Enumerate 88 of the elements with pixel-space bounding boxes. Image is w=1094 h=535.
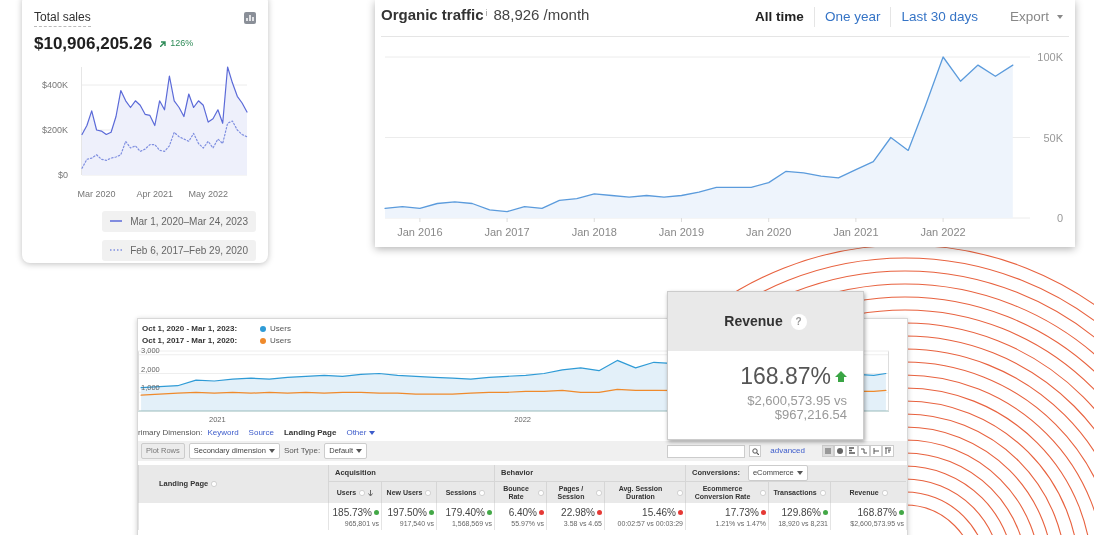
caret-icon: [1057, 15, 1063, 20]
export-button[interactable]: Export: [1003, 6, 1069, 29]
help-icon: [479, 489, 486, 496]
branch-icon: [872, 447, 880, 455]
axis-label: Mar 2020: [77, 188, 116, 199]
line-style-icon: [110, 219, 123, 223]
axis-label: 50K: [1043, 131, 1063, 144]
axis-label: Jan 2016: [397, 226, 443, 238]
total-value: $10,906,205.26: [34, 33, 153, 55]
search-button[interactable]: [749, 445, 762, 457]
trend-arrow-icon: [160, 40, 167, 47]
metric-value: 179.40%: [445, 506, 485, 520]
view-button[interactable]: [858, 445, 870, 457]
metric-value: 15.46%: [642, 506, 676, 520]
table-icon: [824, 447, 832, 455]
help-icon: [760, 489, 766, 496]
search-field[interactable]: [667, 444, 746, 458]
traffic-value: 88,926 /month: [493, 5, 590, 25]
view-button[interactable]: [882, 445, 894, 457]
help-icon: [881, 489, 888, 496]
axis-label: Jan 2021: [833, 226, 879, 238]
sort-arrow-icon: [368, 489, 374, 496]
legend-label: Feb 6, 2017–Feb 29, 2020: [130, 243, 248, 258]
caret-icon: [796, 471, 803, 475]
caret-icon: [268, 449, 275, 453]
axis-label: Jan 2020: [746, 226, 792, 238]
help-icon: [596, 489, 602, 496]
view-button[interactable]: [846, 445, 858, 457]
caret-icon: [369, 431, 376, 435]
change-value: 126%: [170, 37, 194, 50]
metric-value: 129.86%: [781, 506, 821, 520]
range-tab[interactable]: One year: [813, 7, 891, 28]
metric-value: 22.98%: [561, 506, 595, 520]
help-icon: [819, 489, 826, 496]
metric-value: 197.50%: [387, 506, 427, 520]
view-button[interactable]: [870, 445, 882, 457]
axis-label: 100K: [1037, 51, 1063, 63]
metric-value: 168.87%: [857, 506, 897, 520]
card-title: Total sales: [34, 8, 91, 27]
help-icon: [677, 489, 683, 496]
card-title: Organic traffic: [381, 5, 484, 25]
dimension-link[interactable]: Landing Page: [278, 427, 342, 439]
help-icon: [425, 489, 432, 496]
legend-label: Users: [270, 335, 291, 347]
line-style-icon: [110, 248, 123, 252]
revenue-value: 168.87%: [740, 362, 831, 391]
help-icon: [359, 489, 366, 496]
advanced-link[interactable]: advanced: [765, 445, 810, 457]
view-button[interactable]: [834, 445, 846, 457]
legend-range: Oct 1, 2017 - Mar 1, 2020:: [142, 335, 239, 347]
axis-label: Jan 2017: [484, 226, 530, 238]
step-line-icon: [860, 447, 868, 455]
dimension-link[interactable]: Other: [341, 427, 381, 439]
legend-dot: [260, 338, 266, 344]
range-tab[interactable]: Last 30 days: [890, 7, 988, 28]
bar-chart-icon: [848, 447, 856, 455]
axis-label: Jan 2022: [920, 226, 966, 238]
dimension-link[interactable]: Keyword: [202, 427, 244, 439]
metric-value: 185.73%: [332, 506, 372, 520]
axis-label: May 2022: [188, 188, 228, 199]
legend-label: Users: [270, 323, 291, 335]
info-icon: i: [485, 4, 488, 21]
pie-icon: [836, 447, 844, 455]
axis-label: Jan 2019: [658, 226, 705, 238]
axis-label: $0: [58, 169, 68, 180]
axis-label: 0: [1056, 212, 1063, 224]
popup-title: Revenue: [724, 312, 783, 331]
axis-label: $400K: [41, 79, 68, 90]
legend-range: Oct 1, 2020 - Mar 1, 2023:: [142, 323, 239, 335]
range-tab[interactable]: All time: [745, 7, 814, 28]
comparison-text: $2,600,573.95 vs $967,216.54: [746, 393, 847, 424]
axis-label: Apr 2021: [136, 188, 174, 199]
chart-icon: [244, 11, 256, 24]
axis-label: Jan 2018: [571, 226, 617, 238]
help-icon: [538, 489, 544, 496]
grid-lines-icon: [884, 447, 892, 455]
sort-label: Sort Type:: [283, 445, 321, 457]
help-icon: [211, 481, 218, 487]
caret-icon: [356, 449, 362, 453]
legend-dot: [260, 326, 266, 332]
metric-value: 17.73%: [725, 506, 759, 520]
dimension-link[interactable]: Source: [243, 427, 279, 439]
axis-label: $200K: [41, 124, 68, 135]
legend-label: Mar 1, 2020–Mar 24, 2023: [130, 214, 248, 229]
metric-value: 6.40%: [508, 506, 537, 520]
help-icon: ?: [790, 313, 807, 330]
dimension-label: rimary Dimension:: [138, 427, 203, 439]
search-icon: [751, 447, 759, 455]
